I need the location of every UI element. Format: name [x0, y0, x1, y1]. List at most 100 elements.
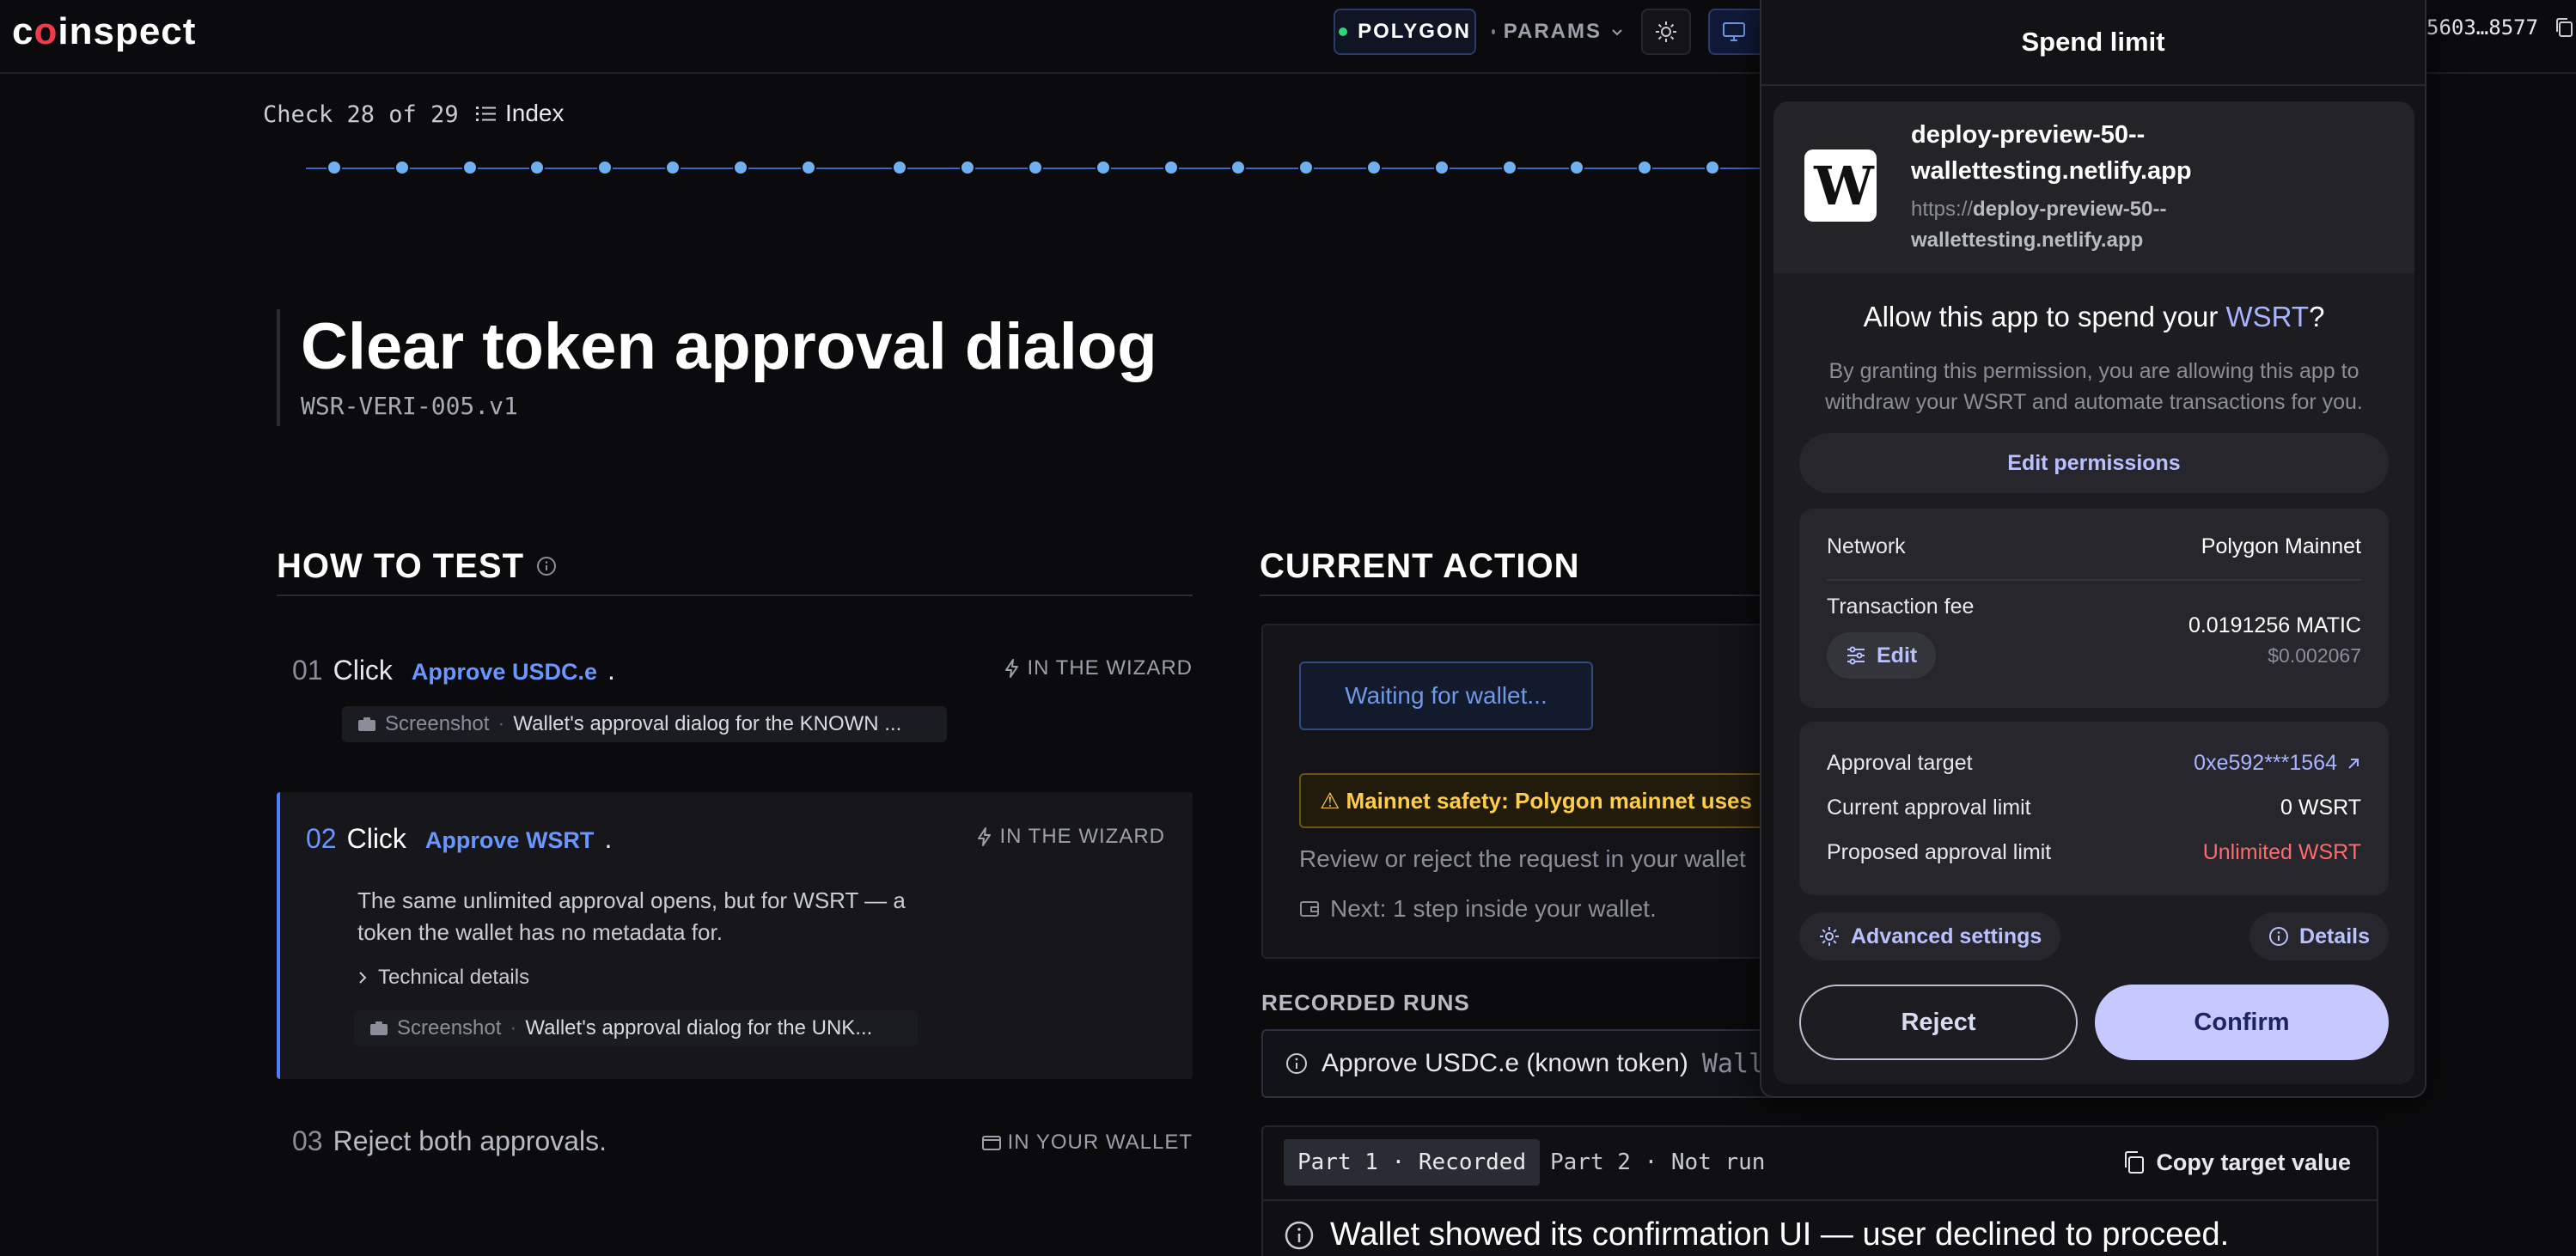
progress-step-dot[interactable]: [732, 160, 748, 175]
step-location-label: IN THE WIZARD: [999, 825, 1165, 848]
info-icon: [1285, 1052, 1308, 1075]
approve-wsrt-link[interactable]: Approve WSRT: [425, 827, 595, 854]
progress-step-dot[interactable]: [1569, 160, 1585, 175]
wallet-icon: [981, 1134, 1001, 1151]
site-logo: W: [1804, 149, 1877, 222]
part-1-tab[interactable]: Part 1 · Recorded: [1284, 1139, 1541, 1186]
step-number: 01: [292, 655, 323, 686]
network-selector[interactable]: POLYGON: [1334, 9, 1476, 55]
separator: ·: [497, 712, 505, 735]
edit-fee-button[interactable]: Edit: [1827, 632, 1937, 679]
progress-step-dot[interactable]: [1028, 160, 1043, 175]
test-step-2: 02 Click Approve WSRT . IN THE WIZARD Th…: [277, 792, 1193, 1079]
approval-target-value: 0xe592***1564: [2194, 751, 2337, 775]
progress-step-dot[interactable]: [800, 160, 816, 175]
approve-usdc-link[interactable]: Approve USDC.e: [412, 659, 597, 686]
step-text: Reject both approvals.: [333, 1125, 607, 1156]
progress-step-dot[interactable]: [597, 160, 613, 175]
copy-icon: [2121, 1149, 2146, 1175]
technical-details-toggle[interactable]: Technical details: [357, 966, 529, 990]
progress-step-dot[interactable]: [1433, 160, 1450, 175]
network-value: Polygon Mainnet: [2201, 534, 2361, 558]
list-icon: [476, 104, 497, 123]
step-number: 02: [306, 823, 337, 854]
progress-step-dot[interactable]: [665, 160, 681, 175]
logo-accent-letter: o: [34, 10, 58, 52]
current-action-panel: Waiting for wallet... ⚠ Mainnet safety: …: [1261, 624, 1815, 959]
step-verb: Click: [346, 823, 406, 854]
sliders-icon: [1846, 646, 1866, 665]
edit-fee-label: Edit: [1877, 643, 1918, 668]
approval-target-link[interactable]: 0xe592***1564: [2194, 751, 2361, 776]
copy-target-value-button[interactable]: Copy target value: [2121, 1139, 2351, 1186]
title-block: Clear token approval dialog WSR-VERI-005…: [277, 309, 1157, 426]
wallet-request-card: W deploy-preview-50--wallettesting.netli…: [1773, 101, 2414, 1084]
progress-step-dot[interactable]: [1637, 160, 1653, 175]
progress-step-dot[interactable]: [1298, 160, 1315, 175]
advanced-settings-button[interactable]: Advanced settings: [1799, 912, 2061, 960]
step-number: 03: [292, 1125, 323, 1156]
chevron-down-icon: [1610, 25, 1624, 39]
progress-step-dot[interactable]: [1163, 160, 1179, 175]
index-label: Index: [505, 100, 565, 126]
copy-icon[interactable]: [2554, 16, 2574, 39]
reject-button[interactable]: Reject: [1799, 985, 2078, 1060]
proposed-limit-label: Proposed approval limit: [1827, 840, 2052, 864]
lightning-icon: [977, 827, 992, 846]
current-limit-label: Current approval limit: [1827, 796, 2031, 820]
progress-step-dot[interactable]: [1095, 160, 1111, 175]
coinspect-logo[interactable]: coinspect: [12, 10, 196, 53]
confirm-button[interactable]: Confirm: [2095, 985, 2389, 1060]
progress-step-dot[interactable]: [1366, 160, 1382, 175]
review-instruction: Review or reject the request in your wal…: [1299, 845, 1746, 872]
progress-step-dot[interactable]: [1501, 160, 1517, 175]
next-step-hint: Next: 1 step inside your wallet.: [1299, 895, 1657, 923]
progress-step-dot[interactable]: [394, 160, 410, 175]
external-link-icon: [2346, 756, 2361, 771]
how-to-test-title: HOW TO TEST: [277, 546, 525, 585]
requesting-site: W deploy-preview-50--wallettesting.netli…: [1773, 101, 2414, 273]
progress-step-dot[interactable]: [960, 160, 976, 175]
chevron-right-icon: [357, 971, 368, 985]
allow-suffix: ?: [2309, 301, 2325, 332]
network-status-dot: [1339, 27, 1348, 36]
screenshot-chip[interactable]: Screenshot · Wallet's approval dialog fo…: [354, 1010, 918, 1046]
divider: [1827, 579, 2361, 581]
current-limit-value: 0 WSRT: [2280, 796, 2361, 820]
current-action-heading: CURRENT ACTION: [1260, 538, 1775, 596]
progress-step-dot[interactable]: [1230, 160, 1247, 175]
edit-permissions-button[interactable]: Edit permissions: [1799, 433, 2389, 493]
screenshot-chip[interactable]: Screenshot · Wallet's approval dialog fo…: [342, 706, 947, 742]
part-2-tab[interactable]: Part 2 · Not run: [1550, 1139, 1765, 1186]
index-button[interactable]: Index: [476, 100, 565, 127]
allow-prefix: Allow this app to spend your: [1863, 301, 2226, 332]
logo-text: coinspect: [12, 10, 197, 52]
progress-step-dot[interactable]: [529, 160, 546, 175]
info-icon: [1284, 1220, 1315, 1251]
progress-step-dot[interactable]: [892, 160, 908, 175]
camera-icon: [357, 716, 376, 732]
step-location-label: IN YOUR WALLET: [1007, 1131, 1193, 1154]
params-dropdown[interactable]: PARAMS: [1486, 9, 1624, 55]
wallet-address-chip[interactable]: 5603…8577: [2426, 15, 2574, 40]
run-name: Approve USDC.e (known token): [1322, 1049, 1688, 1077]
theme-toggle-button[interactable]: [1641, 9, 1691, 55]
recorded-run-row[interactable]: Approve USDC.e (known token) Wallet: [1261, 1029, 1794, 1098]
gear-icon: [1818, 925, 1840, 948]
info-icon[interactable]: [536, 556, 557, 576]
recorded-runs-heading: RECORDED RUNS: [1261, 990, 1470, 1015]
copy-target-label: Copy target value: [2156, 1149, 2351, 1175]
details-button[interactable]: Details: [2249, 912, 2389, 960]
screenshot-description: Wallet's approval dialog for the UNK...: [525, 1016, 873, 1040]
progress-step-dot[interactable]: [327, 160, 342, 175]
params-dot: [1492, 29, 1495, 34]
site-name: deploy-preview-50--wallettesting.netlify…: [1911, 121, 2192, 185]
progress-step-dot[interactable]: [461, 160, 478, 175]
waiting-for-wallet-button[interactable]: Waiting for wallet...: [1299, 662, 1593, 730]
step-verb: Click: [333, 655, 393, 686]
details-label: Details: [2299, 924, 2370, 948]
site-url-scheme: https://: [1911, 198, 1974, 221]
run-result-text: Wallet showed its confirmation UI — user…: [1330, 1216, 2230, 1253]
test-step-3: 03 Reject both approvals. IN YOUR WALLET: [277, 1122, 1193, 1174]
progress-step-dot[interactable]: [1705, 160, 1720, 175]
